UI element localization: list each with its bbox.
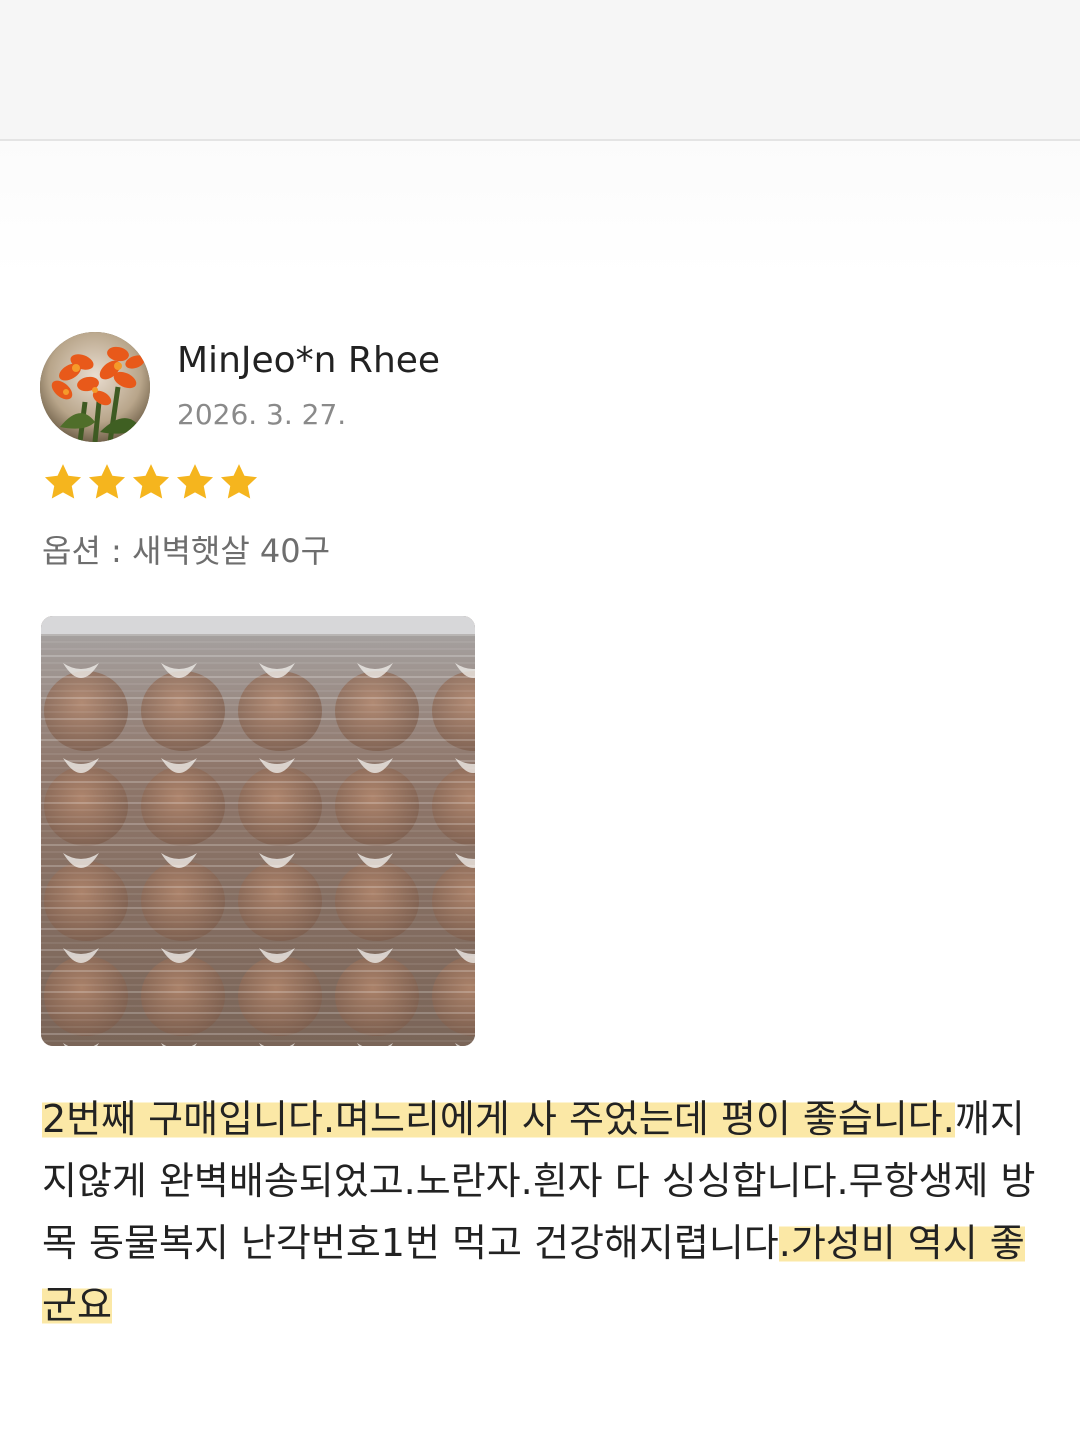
review-body: 2번째 구매입니다.며느리에게 사 주었는데 평이 좋습니다.깨지지않게 완벽배… <box>42 1088 1042 1336</box>
star-icon <box>176 464 214 499</box>
orange-flower-photo-icon <box>40 332 150 442</box>
star-icon <box>88 464 126 499</box>
section-gap <box>0 141 1080 276</box>
star-icon <box>220 464 258 499</box>
review-photo[interactable] <box>41 616 475 1046</box>
reviewer-name: MinJeo*n Rhee <box>177 340 441 381</box>
purchase-option: 옵션 : 새벽햇살 40구 <box>42 532 331 570</box>
reviewer-avatar[interactable] <box>40 332 150 442</box>
highlighted-text: 2번째 구매입니다.며느리에게 사 주었는데 평이 좋습니다. <box>42 1097 955 1141</box>
top-margin-area <box>0 0 1080 140</box>
review-card: MinJeo*n Rhee 2026. 3. 27. 옵션 : 새벽햇살 40구 <box>0 276 1080 1440</box>
star-icon <box>44 464 82 499</box>
egg-tray-photo-icon <box>41 616 475 1046</box>
star-icon <box>132 464 170 499</box>
star-rating <box>42 461 260 503</box>
review-date: 2026. 3. 27. <box>177 398 347 431</box>
